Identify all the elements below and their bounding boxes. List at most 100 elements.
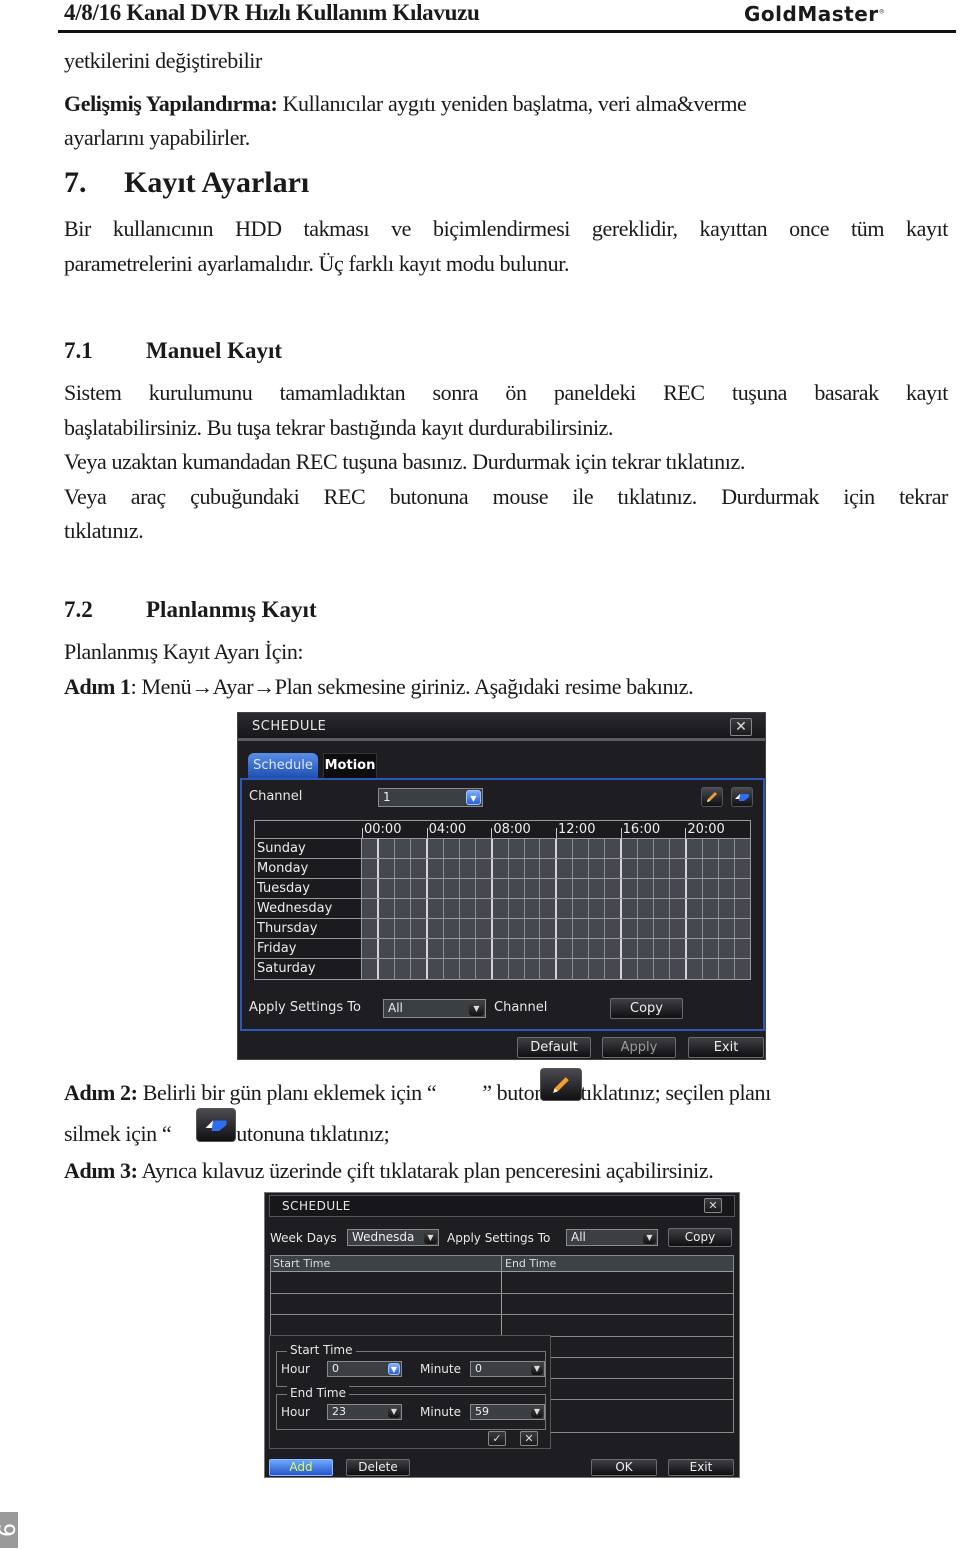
hour-cell[interactable] xyxy=(589,939,606,958)
hour-cell[interactable] xyxy=(638,919,655,938)
hour-cell[interactable] xyxy=(362,959,379,979)
hour-cell[interactable] xyxy=(394,879,411,898)
hour-cell[interactable] xyxy=(638,859,655,878)
hour-cell[interactable] xyxy=(718,959,735,979)
confirm-button[interactable]: ✓ xyxy=(488,1431,506,1446)
hour-cell[interactable] xyxy=(687,939,704,958)
hour-cell[interactable] xyxy=(687,859,704,878)
hour-cell[interactable] xyxy=(605,839,623,858)
hour-cell[interactable] xyxy=(654,939,671,958)
hour-cell[interactable] xyxy=(378,879,395,898)
hour-cell[interactable] xyxy=(687,839,704,858)
hour-cell[interactable] xyxy=(443,879,460,898)
hour-cell[interactable] xyxy=(718,859,735,878)
hour-cell[interactable] xyxy=(443,919,460,938)
pencil-button[interactable] xyxy=(701,787,723,807)
hour-cell[interactable] xyxy=(703,859,719,878)
hour-cell[interactable] xyxy=(492,939,509,958)
hour-cell[interactable] xyxy=(475,939,493,958)
hour-cell[interactable] xyxy=(589,839,606,858)
hour-cell[interactable] xyxy=(557,879,574,898)
hour-cell[interactable] xyxy=(734,959,750,979)
hour-cell[interactable] xyxy=(734,919,750,938)
hour-cell[interactable] xyxy=(734,839,750,858)
hour-cell[interactable] xyxy=(394,939,411,958)
hour-cell[interactable] xyxy=(492,959,509,979)
hour-cell[interactable] xyxy=(394,899,411,918)
end-hour-select[interactable]: 23 ▼ xyxy=(327,1404,402,1420)
hour-cell[interactable] xyxy=(589,879,606,898)
hour-cell[interactable] xyxy=(557,919,574,938)
hour-cell[interactable] xyxy=(638,899,655,918)
hour-cell[interactable] xyxy=(475,839,493,858)
hour-cell[interactable] xyxy=(670,859,688,878)
default-button[interactable]: Default xyxy=(517,1037,591,1058)
hour-cell[interactable] xyxy=(540,939,558,958)
hour-cell[interactable] xyxy=(703,959,719,979)
hour-cell[interactable] xyxy=(670,919,688,938)
hour-cell[interactable] xyxy=(687,919,704,938)
hour-cell[interactable] xyxy=(394,959,411,979)
add-button[interactable]: Add xyxy=(269,1459,333,1476)
tab-schedule[interactable]: Schedule xyxy=(248,753,318,778)
hour-cell[interactable] xyxy=(410,839,428,858)
hour-cell[interactable] xyxy=(492,859,509,878)
hour-cell[interactable] xyxy=(589,959,606,979)
hour-cell[interactable] xyxy=(605,939,623,958)
hour-cell[interactable] xyxy=(654,899,671,918)
hour-cell[interactable] xyxy=(427,839,444,858)
exit-button[interactable]: Exit xyxy=(668,1459,734,1476)
channel-select[interactable]: 1 ▼ xyxy=(378,788,483,807)
hour-cell[interactable] xyxy=(670,899,688,918)
hour-cell[interactable] xyxy=(378,839,395,858)
cancel-button[interactable]: ✕ xyxy=(520,1431,538,1446)
hour-cell[interactable] xyxy=(524,879,541,898)
hour-cell[interactable] xyxy=(524,919,541,938)
hour-cell[interactable] xyxy=(687,959,704,979)
apply-settings-select[interactable]: All ▼ xyxy=(566,1229,658,1246)
apply-settings-select[interactable]: All ▼ xyxy=(383,999,486,1018)
hour-cell[interactable] xyxy=(443,959,460,979)
hour-cell[interactable] xyxy=(410,939,428,958)
hour-cell[interactable] xyxy=(718,839,735,858)
hour-cell[interactable] xyxy=(427,899,444,918)
hour-cell[interactable] xyxy=(427,959,444,979)
hour-cell[interactable] xyxy=(557,899,574,918)
hour-cell[interactable] xyxy=(492,839,509,858)
hour-cell[interactable] xyxy=(524,959,541,979)
hour-cell[interactable] xyxy=(734,939,750,958)
hour-cell[interactable] xyxy=(589,899,606,918)
hour-cell[interactable] xyxy=(589,859,606,878)
hour-cell[interactable] xyxy=(362,939,379,958)
hour-cell[interactable] xyxy=(703,879,719,898)
hour-cell[interactable] xyxy=(540,839,558,858)
hour-cell[interactable] xyxy=(394,859,411,878)
close-button[interactable]: ✕ xyxy=(730,718,752,736)
hour-cell[interactable] xyxy=(734,879,750,898)
delete-button[interactable]: Delete xyxy=(346,1459,410,1476)
hour-cell[interactable] xyxy=(670,879,688,898)
hour-cell[interactable] xyxy=(508,919,525,938)
schedule-grid[interactable]: 00:00 04:00 08:00 12:00 16:00 20:00 Sunday Mon… xyxy=(254,820,751,980)
tab-motion[interactable]: Motion xyxy=(323,753,377,778)
hour-cell[interactable] xyxy=(573,899,590,918)
hour-cell[interactable] xyxy=(524,859,541,878)
hour-cell[interactable] xyxy=(459,899,476,918)
hour-cell[interactable] xyxy=(362,919,379,938)
hour-cell[interactable] xyxy=(410,859,428,878)
hour-cell[interactable] xyxy=(573,919,590,938)
hour-cell[interactable] xyxy=(475,899,493,918)
hour-cell[interactable] xyxy=(459,839,476,858)
hour-cell[interactable] xyxy=(573,879,590,898)
hour-cell[interactable] xyxy=(622,899,639,918)
hour-cell[interactable] xyxy=(508,959,525,979)
hour-cell[interactable] xyxy=(492,899,509,918)
hour-cell[interactable] xyxy=(378,959,395,979)
hour-cell[interactable] xyxy=(475,859,493,878)
copy-button[interactable]: Copy xyxy=(610,998,683,1019)
hour-cell[interactable] xyxy=(622,839,639,858)
hour-cell[interactable] xyxy=(410,879,428,898)
hour-cell[interactable] xyxy=(734,859,750,878)
hour-cell[interactable] xyxy=(508,939,525,958)
hour-cell[interactable] xyxy=(410,919,428,938)
